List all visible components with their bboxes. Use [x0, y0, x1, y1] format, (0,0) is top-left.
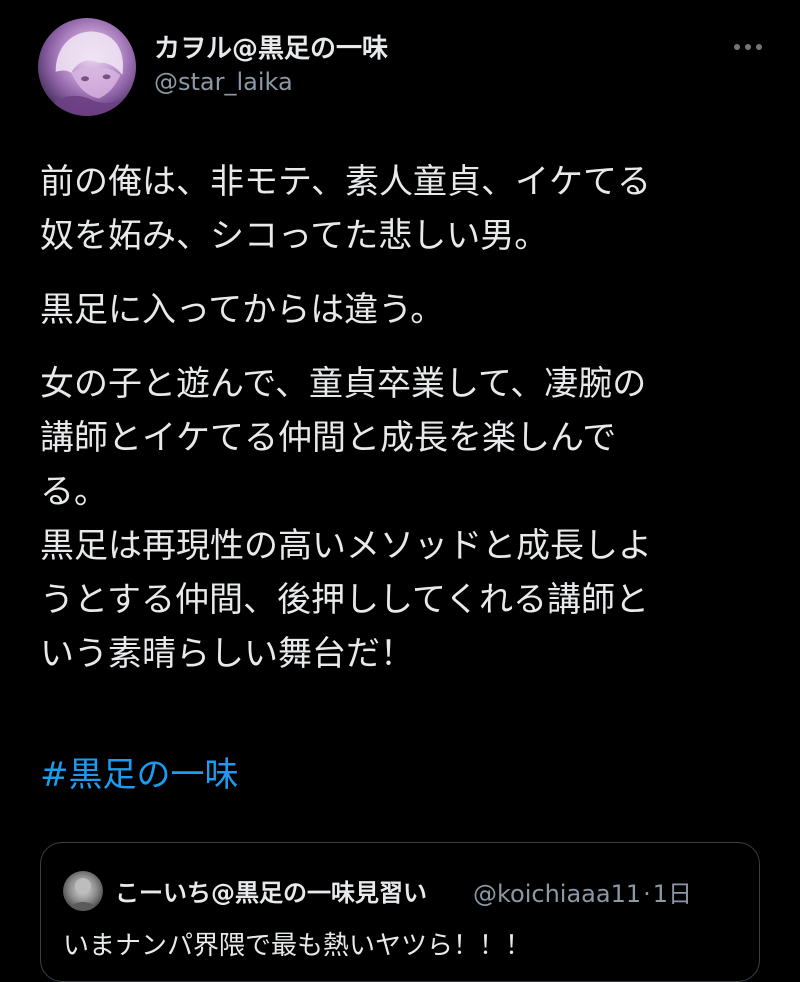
- avatar-image: [38, 31, 136, 116]
- quote-author-avatar[interactable]: [63, 871, 103, 911]
- author-avatar[interactable]: [38, 18, 136, 116]
- quote-author-display-name[interactable]: こーいち@黒足の一味見習い: [115, 873, 427, 908]
- quote-timestamp[interactable]: 1日: [653, 880, 692, 908]
- body-line: 前の俺は、非モテ、素人童貞、イケてる: [40, 162, 651, 202]
- body-line: 奴を妬み、シコってた悲しい男。: [40, 216, 549, 256]
- body-line: る。: [40, 472, 108, 512]
- body-line: 講師とイケてる仲間と成長を楽しんで: [40, 418, 617, 458]
- body-line: 女の子と遊んで、童貞卒業して、凄腕の: [40, 364, 647, 404]
- author-display-name[interactable]: カヲル@黒足の一味: [154, 28, 388, 65]
- quoted-tweet[interactable]: こーいち@黒足の一味見習い @koichiaaa11·1日 いまナンパ界隈で最も…: [40, 842, 760, 982]
- tweet-card: カヲル@黒足の一味 @star_laika 前の俺は、非モテ、素人童貞、イケてる…: [0, 0, 800, 982]
- body-line: 黒足に入ってからは違う。: [40, 290, 445, 330]
- body-line: 黒足は再現性の高いメソッドと成長しよ: [40, 526, 652, 566]
- more-horizontal-icon[interactable]: [732, 40, 764, 54]
- quote-author-handle[interactable]: @koichiaaa11: [473, 880, 641, 908]
- quote-avatar-image: [69, 878, 97, 911]
- author-handle[interactable]: @star_laika: [154, 68, 293, 96]
- body-line: うとする仲間、後押ししてくれる講師と: [40, 580, 649, 620]
- tweet-body: 前の俺は、非モテ、素人童貞、イケてる 奴を妬み、シコってた悲しい男。 黒足に入っ…: [40, 155, 770, 681]
- quote-text: いまナンパ界隈で最も熱いヤツら！！！: [63, 931, 532, 961]
- body-line: いう素晴らしい舞台だ！: [40, 634, 414, 674]
- meta-separator: ·: [643, 880, 651, 908]
- quote-meta: @koichiaaa11·1日: [473, 874, 692, 909]
- hashtag-link[interactable]: #黒足の一味: [40, 748, 239, 802]
